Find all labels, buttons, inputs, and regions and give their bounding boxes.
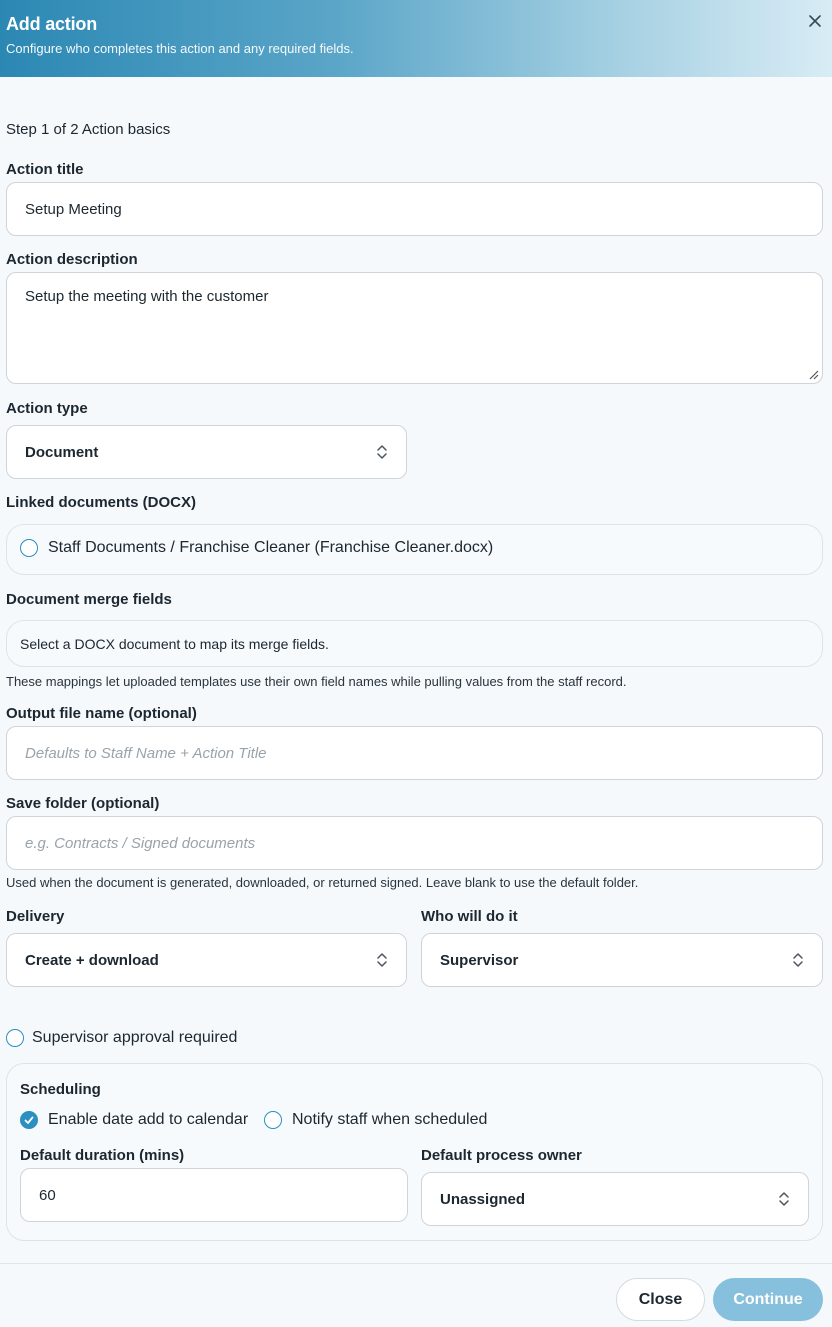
linked-document-label: Staff Documents / Franchise Cleaner (Fra… — [48, 539, 494, 556]
action-type-label: Action type — [6, 400, 88, 417]
who-value: Supervisor — [440, 951, 519, 969]
close-icon[interactable] — [806, 12, 824, 30]
action-description-label: Action description — [6, 251, 138, 268]
linked-document-radio[interactable] — [20, 539, 38, 557]
linked-documents-box: Staff Documents / Franchise Cleaner (Fra… — [6, 524, 823, 575]
who-select[interactable]: Supervisor — [421, 933, 823, 987]
chevron-updown-icon — [779, 1192, 789, 1206]
chevron-updown-icon — [377, 445, 387, 459]
owner-value: Unassigned — [440, 1190, 526, 1208]
close-button[interactable]: Close — [616, 1278, 705, 1321]
enable-calendar-option[interactable]: Enable date add to calendar — [20, 1111, 248, 1129]
action-type-select[interactable]: Document — [6, 425, 407, 479]
who-label: Who will do it — [421, 908, 518, 925]
delivery-select[interactable]: Create + download — [6, 933, 407, 987]
dialog-header: Add action Configure who completes this … — [0, 0, 832, 77]
enable-calendar-checkbox[interactable] — [20, 1111, 38, 1129]
merge-fields-note: These mappings let uploaded templates us… — [6, 674, 627, 689]
action-title-input[interactable]: Setup Meeting — [6, 182, 823, 236]
linked-documents-label: Linked documents (DOCX) — [6, 494, 197, 511]
resize-grip-icon[interactable] — [809, 370, 819, 380]
dialog-subtitle: Configure who completes this action and … — [6, 41, 354, 56]
delivery-label: Delivery — [6, 908, 65, 925]
duration-label: Default duration (mins) — [20, 1147, 185, 1164]
save-folder-label: Save folder (optional) — [6, 795, 160, 812]
continue-button[interactable]: Continue — [713, 1278, 823, 1321]
delivery-value: Create + download — [25, 951, 159, 969]
output-file-label: Output file name (optional) — [6, 705, 197, 722]
dialog-title: Add action — [6, 14, 97, 34]
scheduling-panel: Scheduling Enable date add to calendar N… — [6, 1063, 823, 1241]
action-description-textarea[interactable]: Setup the meeting with the customer — [6, 272, 823, 384]
chevron-updown-icon — [793, 953, 803, 967]
enable-calendar-label: Enable date add to calendar — [48, 1111, 249, 1128]
notify-staff-checkbox[interactable] — [264, 1111, 282, 1129]
approval-option[interactable]: Supervisor approval required — [6, 1029, 237, 1047]
duration-input[interactable]: 60 — [20, 1168, 408, 1222]
action-title-label: Action title — [6, 161, 84, 178]
footer-divider — [0, 1263, 832, 1264]
merge-fields-box: Select a DOCX document to map its merge … — [6, 620, 823, 667]
owner-label: Default process owner — [421, 1147, 582, 1164]
save-folder-input[interactable]: e.g. Contracts / Signed documents — [6, 816, 823, 870]
save-folder-note: Used when the document is generated, dow… — [6, 875, 639, 890]
notify-staff-label: Notify staff when scheduled — [292, 1111, 488, 1128]
approval-label: Supervisor approval required — [32, 1029, 238, 1046]
owner-select[interactable]: Unassigned — [421, 1172, 809, 1226]
action-type-value: Document — [25, 443, 99, 461]
action-description-text: Setup the meeting with the customer — [25, 288, 269, 305]
step-indicator: Step 1 of 2 Action basics — [6, 121, 171, 138]
approval-radio[interactable] — [6, 1029, 24, 1047]
notify-staff-option[interactable]: Notify staff when scheduled — [264, 1111, 487, 1129]
check-icon — [24, 1116, 34, 1124]
linked-document-item[interactable]: Staff Documents / Franchise Cleaner (Fra… — [20, 539, 493, 557]
chevron-updown-icon — [377, 953, 387, 967]
merge-fields-box-text: Select a DOCX document to map its merge … — [20, 636, 329, 652]
merge-fields-label: Document merge fields — [6, 591, 172, 608]
output-file-input[interactable]: Defaults to Staff Name + Action Title — [6, 726, 823, 780]
scheduling-title: Scheduling — [20, 1081, 101, 1098]
